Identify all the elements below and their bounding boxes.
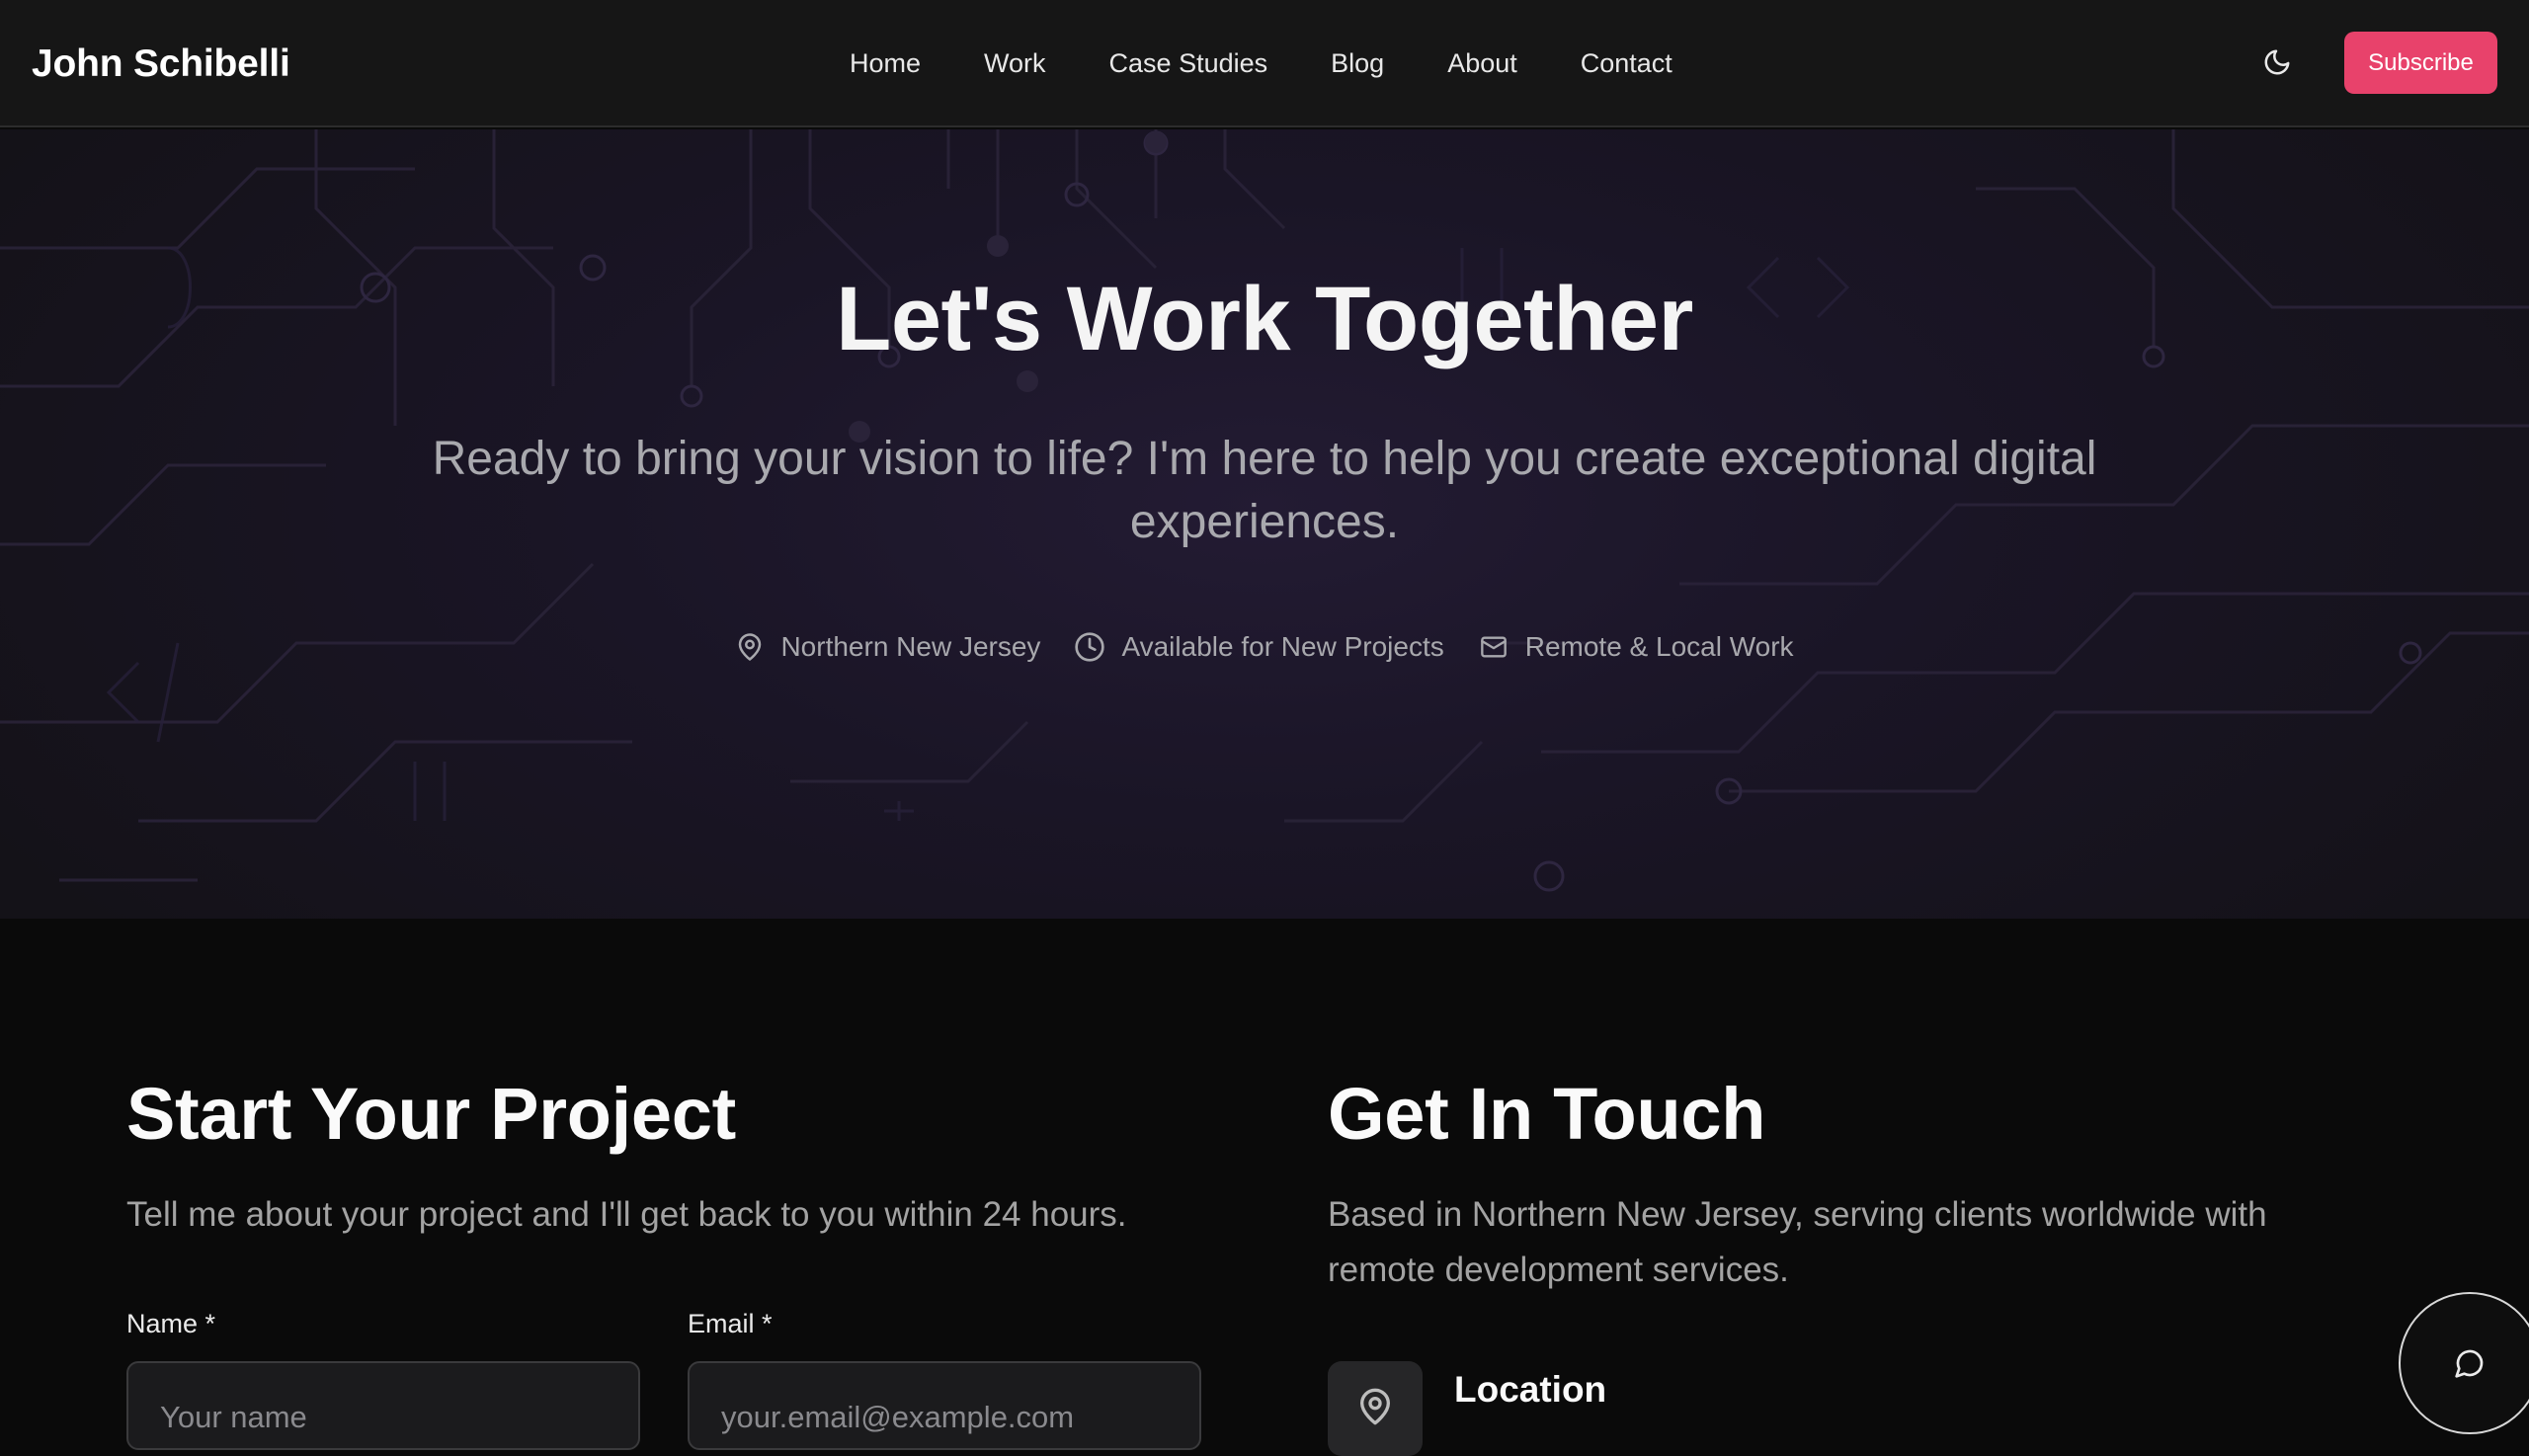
nav-work[interactable]: Work <box>984 48 1046 79</box>
hero-section: Let's Work Together Ready to bring your … <box>0 129 2529 919</box>
project-title: Start Your Project <box>126 1073 736 1155</box>
clock-icon <box>1075 632 1105 662</box>
meta-availability-text: Available for New Projects <box>1121 631 1444 662</box>
location-title: Location <box>1454 1369 1607 1410</box>
nav-about[interactable]: About <box>1447 48 1517 79</box>
nav-home[interactable]: Home <box>850 48 921 79</box>
chat-bubble-icon <box>2455 1349 2484 1378</box>
project-description: Tell me about your project and I'll get … <box>126 1195 1127 1234</box>
meta-work-mode-text: Remote & Local Work <box>1524 631 1794 662</box>
location-icon-box <box>1328 1361 1423 1456</box>
main-nav: Home Work Case Studies Blog About Contac… <box>850 0 1672 127</box>
meta-location: Northern New Jersey <box>735 631 1040 663</box>
moon-icon <box>2264 49 2290 75</box>
hero-title: Let's Work Together <box>836 269 1693 369</box>
map-pin-icon <box>1360 1388 1390 1425</box>
theme-toggle-button[interactable] <box>2258 43 2296 81</box>
touch-description: Based in Northern New Jersey, serving cl… <box>1328 1195 2267 1289</box>
hero-subtitle: Ready to bring your vision to life? I'm … <box>432 433 2097 548</box>
nav-contact[interactable]: Contact <box>1581 48 1672 79</box>
name-label: Name * <box>126 1309 216 1338</box>
chat-button[interactable] <box>2399 1292 2529 1434</box>
meta-location-text: Northern New Jersey <box>780 631 1041 662</box>
subscribe-button[interactable]: Subscribe <box>2344 32 2497 94</box>
email-input[interactable] <box>688 1361 1201 1450</box>
email-label: Email * <box>688 1309 773 1338</box>
mail-icon <box>1480 636 1507 658</box>
meta-work-mode: Remote & Local Work <box>1478 631 1794 663</box>
hero-meta-list: Northern New Jersey Available for New Pr… <box>0 622 2529 672</box>
nav-blog[interactable]: Blog <box>1331 48 1384 79</box>
touch-title: Get In Touch <box>1328 1073 1766 1155</box>
map-pin-icon <box>739 633 762 661</box>
site-brand[interactable]: John Schibelli <box>32 0 290 127</box>
name-input[interactable] <box>126 1361 640 1450</box>
nav-case-studies[interactable]: Case Studies <box>1109 48 1268 79</box>
meta-availability: Available for New Projects <box>1074 631 1444 663</box>
site-header: John Schibelli Home Work Case Studies Bl… <box>0 0 2529 127</box>
